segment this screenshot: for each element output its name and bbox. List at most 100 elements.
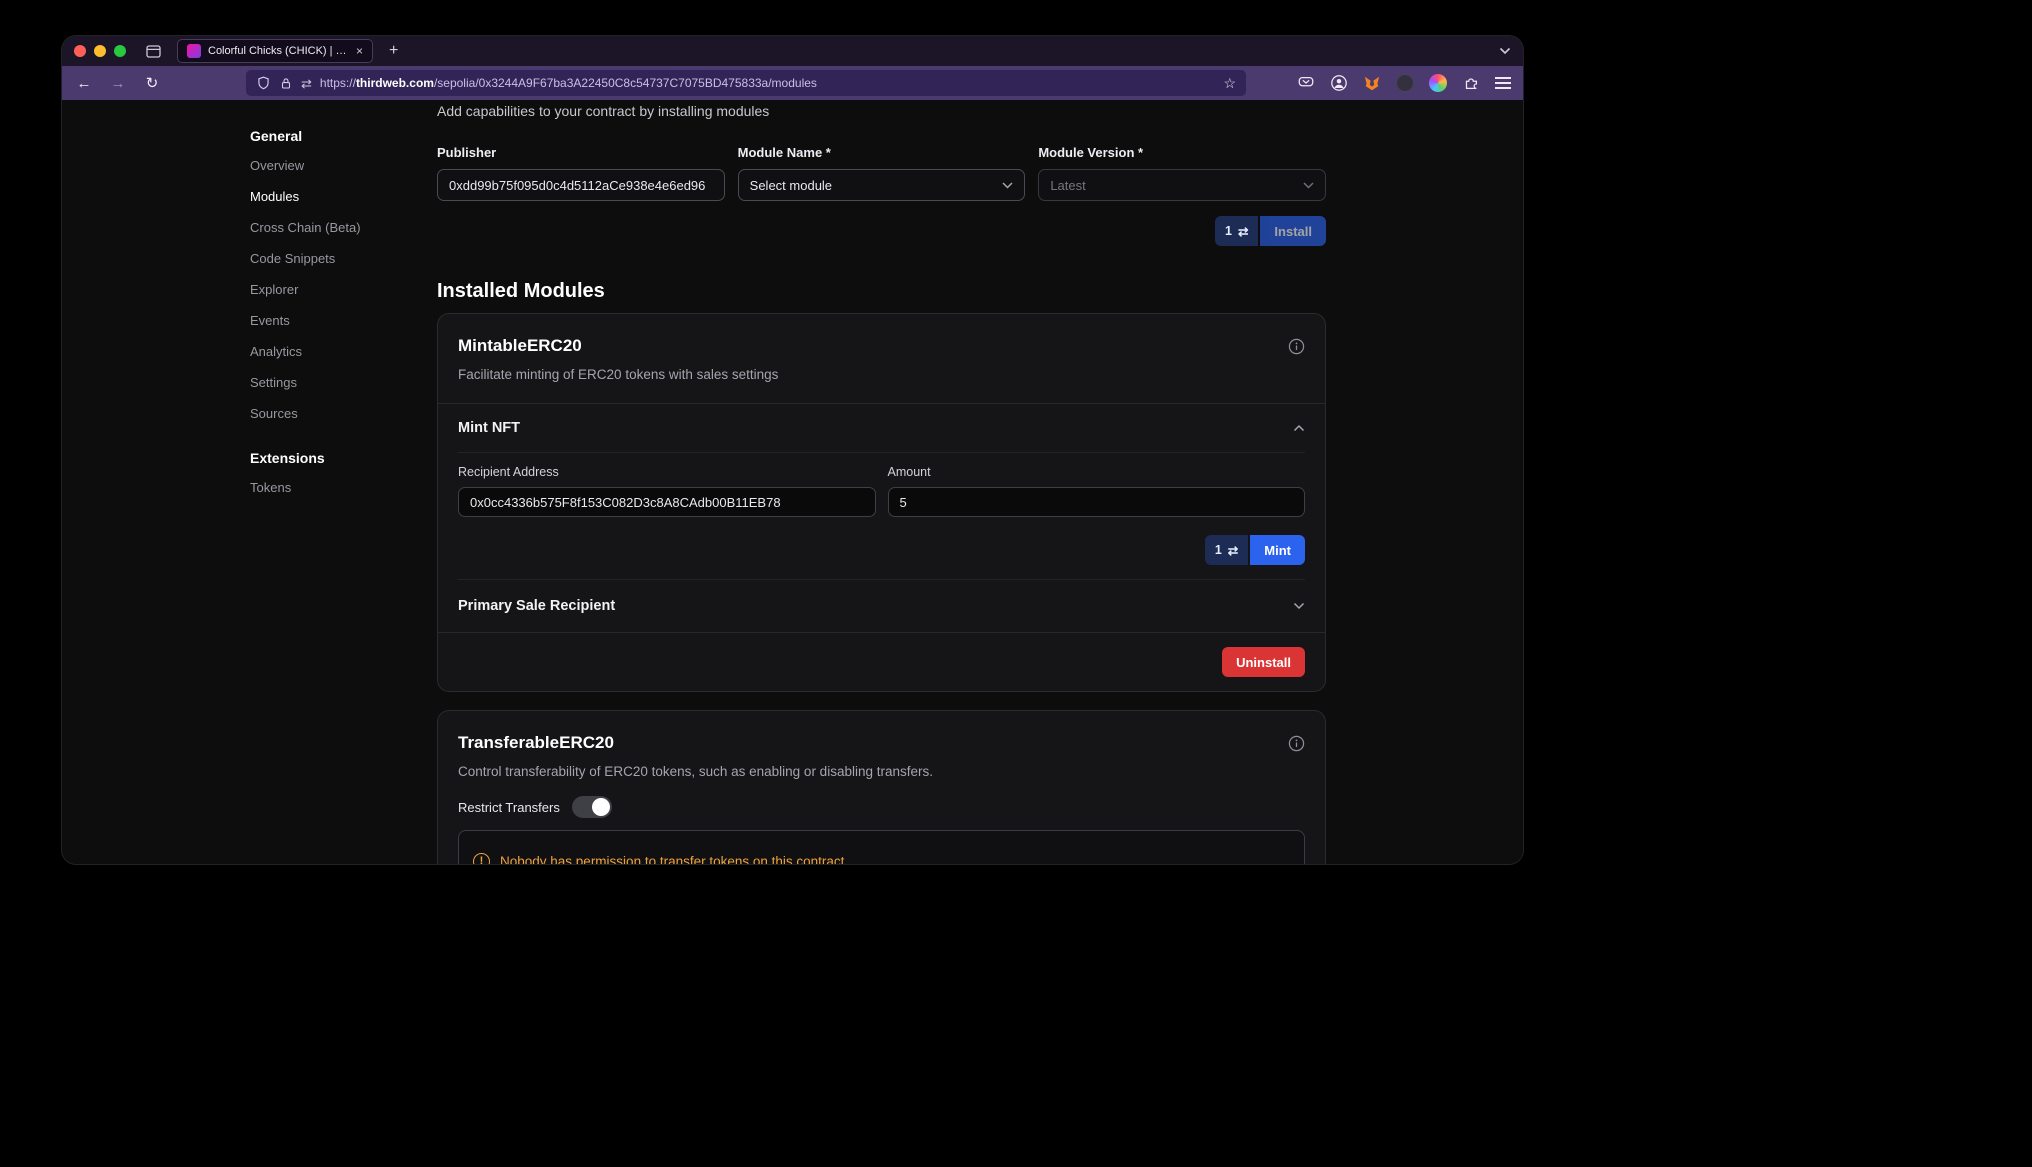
- recipient-address-input[interactable]: [458, 487, 876, 517]
- module-version-select[interactable]: Latest: [1038, 169, 1326, 201]
- module-name-label: Module Name *: [738, 145, 1026, 160]
- installed-modules-heading: Installed Modules: [437, 280, 1326, 303]
- sidebar-heading-general: General: [250, 128, 405, 144]
- sidebar-item-tokens[interactable]: Tokens: [250, 480, 405, 496]
- module-title: TransferableERC20: [458, 733, 614, 753]
- lock-icon[interactable]: [279, 76, 293, 91]
- menu-hamburger-icon[interactable]: [1495, 77, 1511, 89]
- new-tab-button[interactable]: +: [389, 42, 398, 60]
- modules-main: Add capabilities to your contract by ins…: [437, 100, 1326, 864]
- metamask-extension-icon[interactable]: [1363, 74, 1381, 92]
- module-description: Control transferability of ERC20 tokens,…: [458, 763, 1305, 780]
- sidebar-item-modules[interactable]: Modules: [250, 189, 405, 205]
- firefox-view-icon[interactable]: [146, 45, 161, 58]
- module-name-select[interactable]: Select module: [738, 169, 1026, 201]
- install-action-row: 1 ⇄ Install: [437, 216, 1326, 246]
- sidebar-item-cross-chain[interactable]: Cross Chain (Beta): [250, 220, 405, 236]
- network-switch-badge[interactable]: 1 ⇄: [1215, 216, 1258, 246]
- switch-network-icon: ⇄: [1228, 543, 1238, 558]
- chevron-down-icon: [1002, 182, 1013, 189]
- restrict-transfers-toggle[interactable]: [572, 796, 612, 818]
- back-button[interactable]: ←: [74, 75, 94, 92]
- pocket-icon[interactable]: [1297, 74, 1315, 92]
- warning-icon: !: [473, 853, 490, 865]
- accordion-primary-sale-recipient[interactable]: Primary Sale Recipient: [458, 580, 1305, 632]
- recipient-label: Recipient Address: [458, 465, 876, 479]
- extensions-puzzle-icon[interactable]: [1462, 74, 1480, 92]
- mint-button[interactable]: Mint: [1250, 535, 1305, 565]
- colorwheel-extension-icon[interactable]: [1429, 74, 1447, 92]
- module-title: MintableERC20: [458, 336, 582, 356]
- uninstall-button[interactable]: Uninstall: [1222, 647, 1305, 677]
- warning-text: Nobody has permission to transfer tokens…: [500, 854, 844, 865]
- card-body: Mint NFT Recipient Address: [438, 404, 1325, 632]
- reload-button[interactable]: ↻: [142, 74, 162, 92]
- forward-button[interactable]: →: [108, 75, 128, 92]
- sidebar-heading-extensions: Extensions: [250, 450, 405, 466]
- toolbar-icons: [1297, 74, 1511, 92]
- info-icon[interactable]: [1288, 735, 1305, 752]
- module-version-label: Module Version *: [1038, 145, 1326, 160]
- chain-count: 1: [1215, 543, 1222, 557]
- sidebar-item-settings[interactable]: Settings: [250, 375, 405, 391]
- url-scheme: https://: [320, 76, 356, 90]
- card-head: MintableERC20 Facilitate minting of ERC2…: [438, 314, 1325, 403]
- amount-field: Amount: [888, 465, 1306, 517]
- permission-warning-banner: ! Nobody has permission to transfer toke…: [458, 830, 1305, 864]
- tab-title: Colorful Chicks (CHICK) | Sepol: [208, 45, 349, 57]
- desktop-backdrop: Colorful Chicks (CHICK) | Sepol × + ← → …: [0, 0, 2032, 1167]
- sidebar-item-code-snippets[interactable]: Code Snippets: [250, 251, 405, 267]
- module-version-selected-value: Latest: [1050, 178, 1085, 193]
- list-all-tabs-icon[interactable]: [1499, 47, 1511, 55]
- publisher-field: Publisher: [437, 145, 725, 201]
- minimize-window-button[interactable]: [94, 45, 106, 57]
- restrict-transfers-row: Restrict Transfers: [458, 796, 1305, 818]
- tracking-protection-shield-icon[interactable]: [256, 75, 271, 91]
- account-icon[interactable]: [1330, 74, 1348, 92]
- publisher-label: Publisher: [437, 145, 725, 160]
- publisher-input[interactable]: [437, 169, 725, 201]
- chevron-up-icon: [1293, 424, 1305, 432]
- accordion-title: Primary Sale Recipient: [458, 598, 615, 614]
- sidebar-item-analytics[interactable]: Analytics: [250, 344, 405, 360]
- accordion-mint-nft[interactable]: Mint NFT: [458, 404, 1305, 452]
- amount-input[interactable]: [888, 487, 1306, 517]
- module-card-transferable-erc20: TransferableERC20 Control transferabilit…: [437, 710, 1326, 864]
- switch-network-icon: ⇄: [1238, 224, 1248, 239]
- close-window-button[interactable]: [74, 45, 86, 57]
- url-bar[interactable]: ⇄ https://thirdweb.com/sepolia/0x3244A9F…: [246, 70, 1246, 96]
- modules-intro-text: Add capabilities to your contract by ins…: [437, 103, 1326, 119]
- module-name-selected-value: Select module: [750, 178, 832, 193]
- chevron-down-icon: [1303, 182, 1314, 189]
- browser-tab[interactable]: Colorful Chicks (CHICK) | Sepol ×: [177, 39, 373, 63]
- module-installer-form: Publisher Module Name * Select module: [437, 145, 1326, 201]
- window-controls: [74, 45, 126, 57]
- install-button[interactable]: Install: [1260, 216, 1326, 246]
- page-content: General Overview Modules Cross Chain (Be…: [62, 100, 1523, 864]
- sidebar-item-overview[interactable]: Overview: [250, 158, 405, 174]
- contract-sidebar: General Overview Modules Cross Chain (Be…: [250, 128, 405, 511]
- zoom-window-button[interactable]: [114, 45, 126, 57]
- sidebar-item-sources[interactable]: Sources: [250, 406, 405, 422]
- bookmark-star-icon[interactable]: ☆: [1223, 75, 1236, 92]
- url-text: https://thirdweb.com/sepolia/0x3244A9F67…: [320, 76, 817, 90]
- card-body: Restrict Transfers ! Nobody has permissi…: [438, 796, 1325, 864]
- amount-label: Amount: [888, 465, 1306, 479]
- url-domain: thirdweb.com: [356, 76, 434, 90]
- close-tab-icon[interactable]: ×: [356, 44, 363, 58]
- sidebar-item-events[interactable]: Events: [250, 313, 405, 329]
- thirdweb-favicon: [187, 44, 201, 58]
- dark-extension-icon[interactable]: [1396, 74, 1414, 92]
- toggle-knob: [592, 798, 610, 816]
- sidebar-item-explorer[interactable]: Explorer: [250, 282, 405, 298]
- permissions-swap-icon[interactable]: ⇄: [301, 77, 312, 90]
- mint-action-row: 1 ⇄ Mint: [458, 535, 1305, 565]
- module-version-field: Module Version * Latest: [1038, 145, 1326, 201]
- navigation-toolbar: ← → ↻ ⇄ https://thirdweb.com/sepolia/0x3…: [62, 66, 1523, 100]
- network-switch-badge[interactable]: 1 ⇄: [1205, 535, 1248, 565]
- module-name-field: Module Name * Select module: [738, 145, 1026, 201]
- module-description: Facilitate minting of ERC20 tokens with …: [458, 366, 1305, 383]
- tab-strip: Colorful Chicks (CHICK) | Sepol × +: [62, 36, 1523, 66]
- recipient-field: Recipient Address: [458, 465, 876, 517]
- info-icon[interactable]: [1288, 338, 1305, 355]
